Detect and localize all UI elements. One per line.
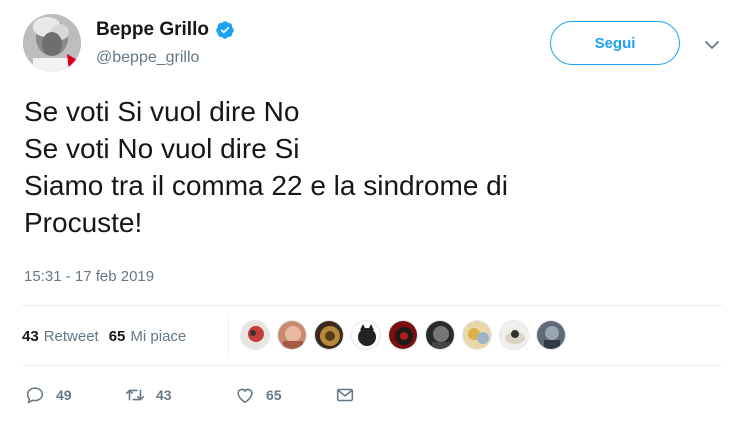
tweet-timestamp[interactable]: 15:31 - 17 feb 2019 [24, 268, 154, 285]
envelope-icon [336, 388, 354, 402]
liker-avatars [240, 320, 573, 352]
reply-icon [26, 387, 44, 404]
retweet-count: 43 [156, 387, 172, 403]
author-handle[interactable]: @beppe_grillo [96, 49, 199, 67]
tweet-actions: 49 43 65 [24, 381, 356, 409]
liker-avatar[interactable] [351, 320, 381, 350]
like-stat-count: 65 [108, 327, 126, 345]
tweet-line: Se voti No vuol dire Si [24, 133, 300, 164]
tweet-stats: 43 Retweet 65 Mi piace [22, 318, 196, 354]
liker-avatar[interactable] [240, 320, 270, 350]
stats-separator [228, 318, 229, 354]
retweet-stat-count: 43 [22, 327, 39, 345]
retweet-stat[interactable]: 43 Retweet [22, 328, 99, 345]
like-stat-label: Mi piace [130, 327, 187, 345]
tweet-line: Se voti Si vuol dire No [24, 96, 300, 127]
reply-count: 49 [56, 387, 72, 403]
retweet-stat-label: Retweet [43, 327, 99, 345]
retweet-icon [125, 389, 145, 401]
liker-avatar[interactable] [536, 320, 566, 350]
like-button[interactable]: 65 [234, 384, 334, 406]
tweet-text: Se voti Si vuol dire No Se voti No vuol … [24, 93, 724, 241]
liker-avatar[interactable] [314, 320, 344, 350]
author-display-name[interactable]: Beppe Grillo [96, 19, 209, 41]
liker-avatar[interactable] [277, 320, 307, 350]
verified-badge-icon [216, 21, 234, 39]
tweet-line: Procuste! [24, 207, 143, 238]
follow-button[interactable]: Segui [550, 21, 680, 65]
liker-avatar[interactable] [388, 320, 418, 350]
more-options-caret[interactable] [700, 35, 724, 55]
reply-button[interactable]: 49 [24, 384, 124, 406]
direct-message-button[interactable] [334, 384, 356, 406]
chevron-down-icon [705, 41, 719, 49]
author-name-row[interactable]: Beppe Grillo [96, 17, 235, 43]
retweet-button[interactable]: 43 [124, 384, 234, 406]
divider [22, 365, 722, 366]
heart-icon [237, 388, 253, 404]
like-count: 65 [266, 387, 282, 403]
like-stat[interactable]: 65 Mi piace [109, 328, 187, 345]
avatar[interactable] [23, 14, 81, 72]
liker-avatar[interactable] [462, 320, 492, 350]
liker-avatar[interactable] [499, 320, 529, 350]
tweet-line: Siamo tra il comma 22 e la sindrome di [24, 170, 508, 201]
liker-avatar[interactable] [425, 320, 455, 350]
divider [22, 305, 722, 306]
